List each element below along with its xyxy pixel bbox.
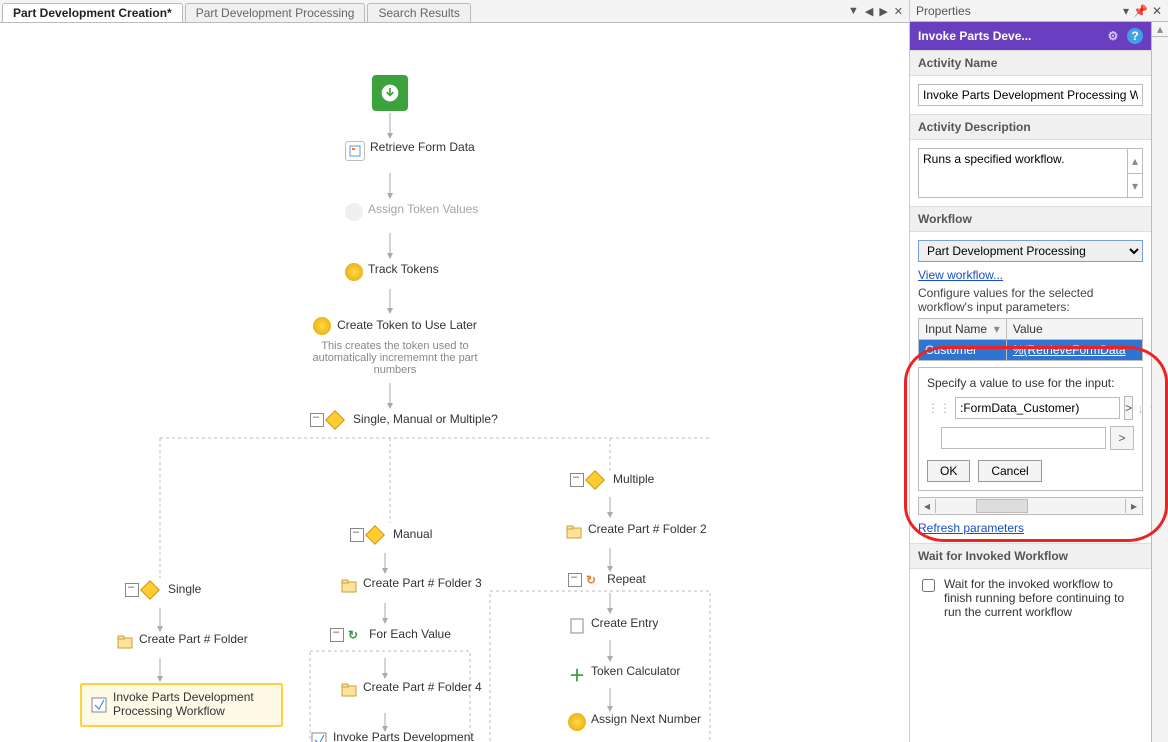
wait-label: Wait for the invoked workflow to finish …	[944, 577, 1143, 619]
node-create-part-folder3[interactable]: Create Part # Folder 3	[363, 577, 482, 591]
node-create-part-folder2[interactable]: Create Part # Folder 2	[588, 523, 707, 537]
panel-close-icon[interactable]: ✕	[1152, 4, 1162, 18]
input-value-1[interactable]	[955, 397, 1120, 419]
workflow-select[interactable]: Part Development Processing	[918, 240, 1143, 262]
create-token-icon	[313, 317, 331, 335]
node-invoke[interactable]: Invoke Parts Development Processing Work…	[113, 691, 273, 719]
single-badges	[125, 583, 157, 597]
col-input-name[interactable]: Input Name▾	[919, 319, 1007, 340]
param-row-customer[interactable]: Customer %(RetrieveFormData	[919, 340, 1143, 361]
collapse-icon[interactable]	[568, 573, 582, 587]
invoke-icon	[90, 696, 108, 714]
node-repeat[interactable]: Repeat	[607, 573, 646, 587]
workflow-canvas[interactable]: Retrieve Form Data Assign Token Values T…	[0, 23, 909, 742]
track-tokens-icon	[345, 263, 363, 281]
node-create-part-folder[interactable]: Create Part # Folder	[139, 633, 248, 647]
config-note: Configure values for the selected workfl…	[918, 286, 1143, 314]
node-assign-next[interactable]: Assign Next Number	[591, 713, 701, 727]
repeat-icon: ↻	[586, 573, 596, 587]
decision-badges	[310, 413, 342, 427]
folder-icon	[565, 523, 583, 541]
arrow-down-icon: ↓	[1137, 400, 1144, 416]
workflow-header: Workflow	[910, 207, 1151, 232]
scroll-right-icon[interactable]: ▸	[1125, 499, 1142, 513]
node-token-calc[interactable]: Token Calculator	[591, 665, 680, 679]
plus-icon: ＋	[568, 665, 586, 683]
entry-icon	[568, 617, 586, 635]
cancel-button[interactable]: Cancel	[978, 460, 1041, 482]
properties-title: Properties	[916, 4, 971, 18]
node-single[interactable]: Single	[168, 583, 201, 597]
insert-token-button-1[interactable]: >	[1124, 396, 1133, 420]
node-create-token-desc: This creates the token used to automatic…	[310, 340, 480, 376]
activity-title: Invoke Parts Deve...	[918, 29, 1031, 43]
multiple-badges	[570, 473, 602, 487]
manual-badges	[350, 528, 382, 542]
activity-name-input[interactable]	[918, 84, 1143, 106]
scroll-thumb[interactable]	[976, 499, 1028, 513]
node-retrieve-form[interactable]: Retrieve Form Data	[370, 141, 475, 155]
tab-close-icon[interactable]: ✕	[894, 5, 903, 18]
tab-part-dev-processing[interactable]: Part Development Processing	[185, 3, 366, 22]
folder-icon-4	[340, 681, 358, 699]
panel-pin-icon[interactable]: 📌	[1133, 4, 1148, 18]
collapse-icon-2[interactable]	[330, 628, 344, 642]
desc-scroll-down-icon[interactable]: ▾	[1128, 174, 1143, 199]
tab-menu-icon[interactable]: ▼	[848, 5, 859, 17]
tab-prev-icon[interactable]: ◀	[865, 5, 873, 18]
insert-token-button-2[interactable]: >	[1110, 426, 1134, 450]
col-value[interactable]: Value	[1006, 319, 1142, 340]
popup-label: Specify a value to use for the input:	[927, 376, 1134, 390]
node-manual[interactable]: Manual	[393, 528, 432, 542]
form-icon	[345, 141, 365, 161]
tab-bar: Part Development Creation* Part Developm…	[0, 0, 909, 23]
tab-part-dev-creation[interactable]: Part Development Creation*	[2, 3, 183, 22]
folder-icon-1	[116, 633, 134, 651]
help-icon[interactable]: ?	[1127, 28, 1143, 44]
activity-desc-header: Activity Description	[910, 115, 1151, 140]
assign-token-icon	[345, 203, 363, 221]
node-invoke-2[interactable]: Invoke Parts Development Processing Work…	[333, 731, 493, 742]
node-create-part-folder4[interactable]: Create Part # Folder 4	[363, 681, 482, 695]
arrow-up-icon: ↑	[1148, 400, 1151, 416]
refresh-params-link[interactable]: Refresh parameters	[918, 521, 1024, 535]
assign-next-icon	[568, 713, 586, 731]
value-editor-popup: Specify a value to use for the input: ⋮⋮…	[918, 367, 1143, 491]
grip-icon[interactable]: ⋮⋮	[927, 401, 951, 415]
wait-header: Wait for Invoked Workflow	[910, 544, 1151, 569]
node-track-tokens[interactable]: Track Tokens	[368, 263, 439, 277]
node-for-each[interactable]: For Each Value	[369, 628, 451, 642]
panel-menu-icon[interactable]: ▾	[1123, 4, 1129, 18]
properties-panel: Properties ▾ 📌 ✕ Invoke Parts Deve... ⚙ …	[910, 0, 1168, 742]
tab-search-results[interactable]: Search Results	[367, 3, 470, 22]
view-workflow-link[interactable]: View workflow...	[918, 268, 1003, 282]
wait-checkbox[interactable]	[922, 579, 935, 592]
node-create-token[interactable]: Create Token to Use Later	[337, 319, 477, 333]
input-value-2[interactable]	[941, 427, 1106, 449]
input-params-table: Input Name▾ Value Customer %(RetrieveFor…	[918, 318, 1143, 361]
activity-name-header: Activity Name	[910, 51, 1151, 76]
activity-desc-input[interactable]: Runs a specified workflow.	[918, 148, 1128, 198]
desc-scroll-up-icon[interactable]: ▴	[1128, 148, 1143, 174]
foreach-icon: ↻	[348, 628, 358, 642]
scroll-left-icon[interactable]: ◂	[919, 499, 936, 513]
folder-icon-3	[340, 577, 358, 595]
node-assign-token[interactable]: Assign Token Values	[368, 203, 478, 217]
properties-v-scrollbar[interactable]: ▴	[1151, 22, 1168, 742]
node-create-entry[interactable]: Create Entry	[591, 617, 658, 631]
node-multiple[interactable]: Multiple	[613, 473, 654, 487]
invoke-icon-2	[310, 731, 328, 742]
gear-icon[interactable]: ⚙	[1105, 28, 1121, 44]
node-decision[interactable]: Single, Manual or Multiple?	[353, 413, 498, 427]
tab-next-icon[interactable]: ▶	[879, 5, 887, 18]
ok-button[interactable]: OK	[927, 460, 970, 482]
start-icon[interactable]	[372, 75, 408, 111]
params-h-scrollbar[interactable]: ◂ ▸	[918, 497, 1143, 515]
